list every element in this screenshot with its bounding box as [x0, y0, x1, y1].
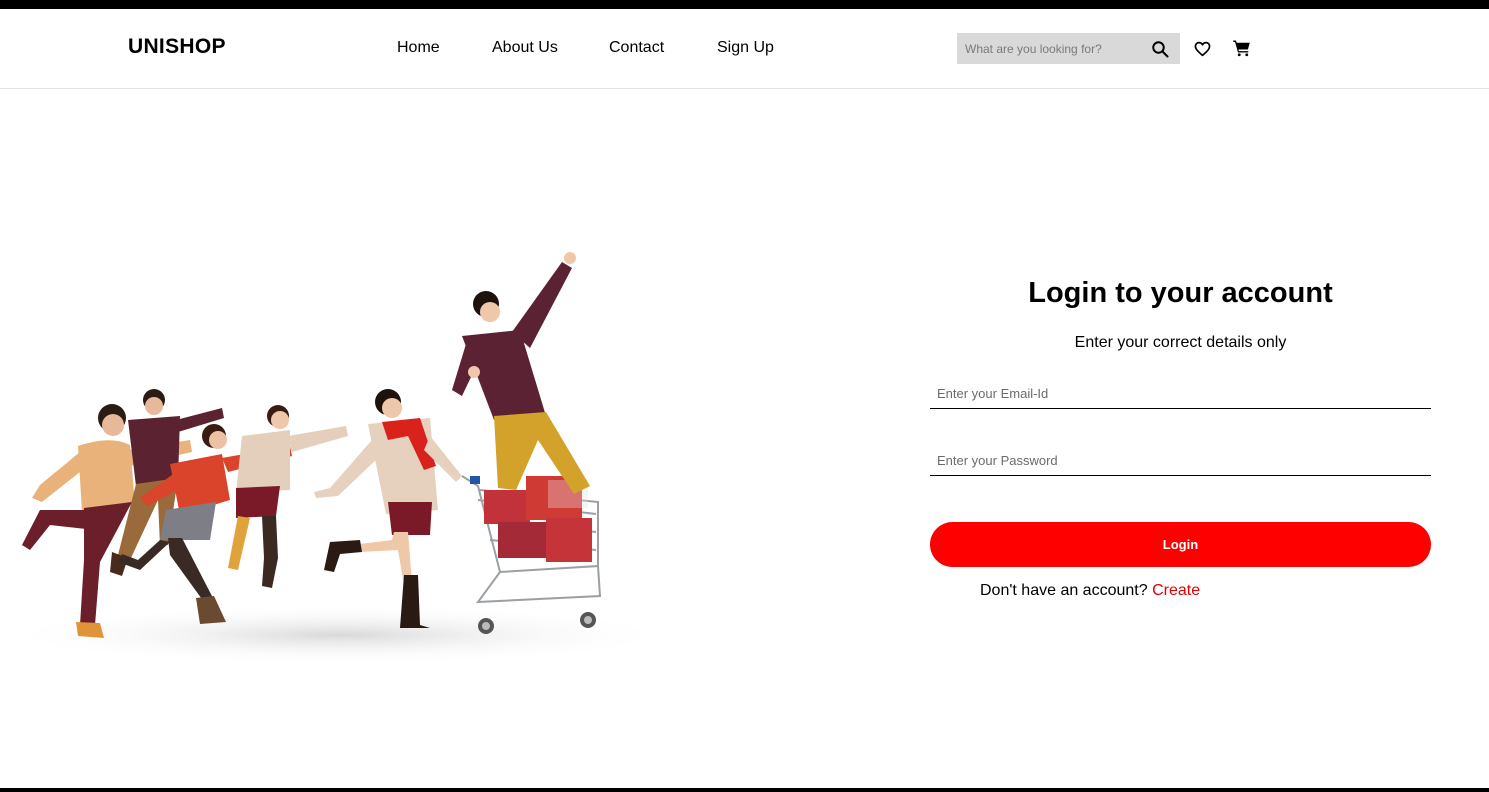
nav-signup-link[interactable]: Sign Up — [717, 39, 774, 57]
search-input[interactable] — [957, 33, 1145, 64]
login-subtitle: Enter your correct details only — [1074, 334, 1287, 351]
password-input[interactable] — [930, 445, 1431, 475]
create-account-link[interactable]: Create — [1152, 582, 1200, 599]
nav-home-link[interactable]: Home — [397, 39, 440, 57]
site-logo[interactable]: UNISHOP — [128, 35, 226, 59]
login-title: Login to your account — [1028, 277, 1333, 309]
email-input[interactable] — [930, 378, 1431, 408]
nav-contact-link[interactable]: Contact — [609, 39, 664, 57]
login-button[interactable]: Login — [930, 522, 1431, 567]
nav-about-link[interactable]: About Us — [492, 39, 558, 57]
password-field-wrapper — [930, 445, 1431, 476]
search-box — [957, 33, 1180, 64]
heart-icon[interactable] — [1194, 41, 1211, 57]
site-header: UNISHOP Home About Us Contact Sign Up — [0, 9, 1489, 89]
search-icon[interactable] — [1151, 40, 1169, 58]
hero-shopping-illustration — [0, 252, 680, 665]
signup-prompt-line: Don't have an account? Create — [980, 582, 1200, 600]
top-border — [0, 0, 1489, 9]
signup-prompt-text: Don't have an account? — [980, 582, 1148, 599]
bottom-border — [0, 788, 1489, 792]
email-field-wrapper — [930, 378, 1431, 409]
cart-icon[interactable] — [1232, 39, 1251, 57]
